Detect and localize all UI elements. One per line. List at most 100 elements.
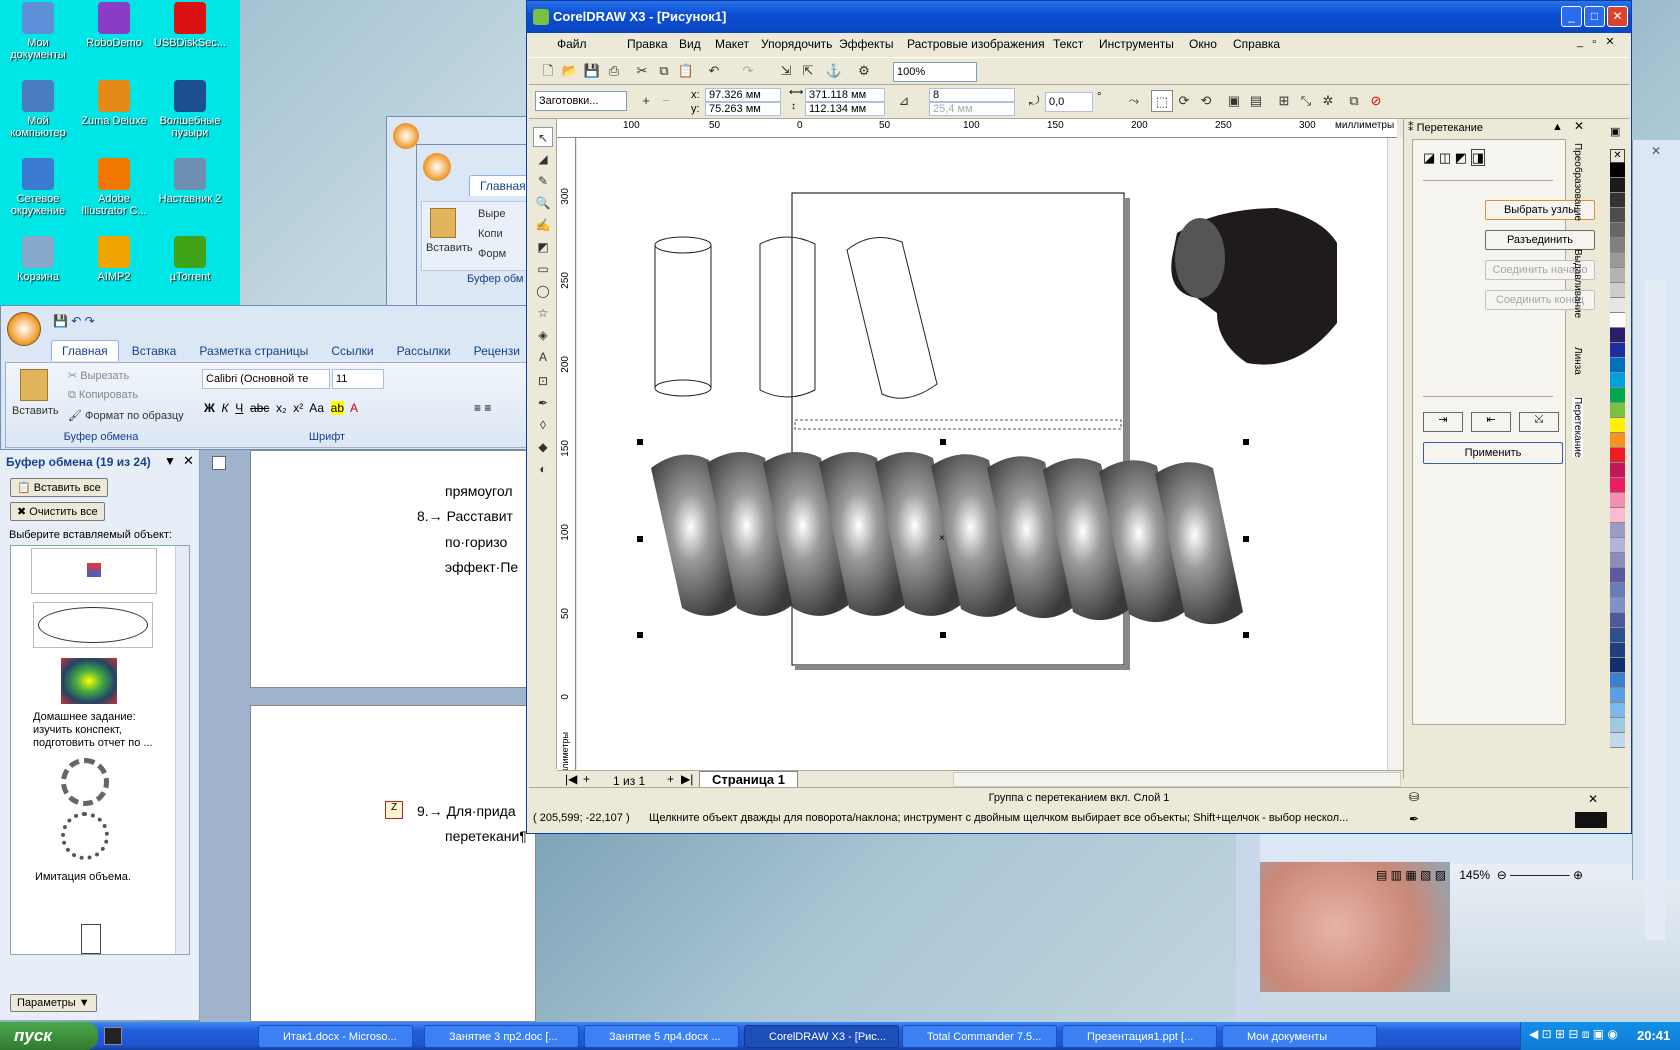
pick-tool-icon[interactable]: ↖ bbox=[533, 127, 553, 147]
vertical-scrollbar[interactable] bbox=[1645, 280, 1665, 940]
coreldraw-window[interactable]: CorelDRAW X3 - [Рисунок1] _ □ ✕ Файл Прав… bbox=[526, 0, 1632, 834]
crop-tool-icon[interactable]: ✎ bbox=[533, 171, 553, 191]
collapse-icon[interactable]: ▲ bbox=[1552, 121, 1563, 133]
office-button-icon[interactable] bbox=[423, 153, 451, 181]
paste-icon[interactable] bbox=[20, 369, 48, 401]
taskbar-button[interactable]: Занятие 3 пр2.doc [... bbox=[424, 1025, 579, 1048]
no-color-icon[interactable]: ✕ bbox=[1610, 149, 1625, 163]
status-bar-views[interactable]: ▤ ▥ ▦ ▧ ▨ 145% ⊖ ─────── ⊕ bbox=[1376, 868, 1583, 882]
ellipse-tool-icon[interactable]: ◯ bbox=[533, 281, 553, 301]
canvas-vertical-scrollbar[interactable] bbox=[1387, 138, 1403, 770]
page-tab[interactable]: Страница 1 bbox=[699, 771, 798, 788]
tab-page-layout[interactable]: Разметка страницы bbox=[189, 341, 318, 361]
format-painter-button[interactable]: 🖌 Формат по образцу bbox=[68, 409, 184, 422]
menu-bitmaps[interactable]: Растровые изображения bbox=[907, 37, 1045, 51]
docker-tab-extrude[interactable]: Выдавливание bbox=[1572, 249, 1583, 318]
palette-swatch[interactable] bbox=[1610, 688, 1625, 703]
copy-icon[interactable]: ⧉ bbox=[653, 60, 675, 82]
desktop-icon[interactable]: AIMP2 bbox=[76, 236, 152, 283]
desktop-icon[interactable]: Мои документы bbox=[0, 2, 76, 61]
palette-swatch[interactable] bbox=[1610, 628, 1625, 643]
start-button[interactable]: пуск bbox=[0, 1022, 98, 1050]
zoom-combo[interactable]: 100% bbox=[893, 62, 977, 82]
palette-swatch[interactable] bbox=[1610, 643, 1625, 658]
font-size-combo[interactable]: 11 bbox=[332, 369, 384, 389]
copy-button[interactable]: ⧉ Копировать bbox=[68, 389, 138, 402]
tab-references[interactable]: Ссылки bbox=[321, 341, 383, 361]
clear-blend-icon[interactable]: ⊘ bbox=[1365, 90, 1387, 112]
remove-preset-icon[interactable]: − bbox=[655, 90, 677, 112]
taskbar-button[interactable]: Total Commander 7.5... bbox=[902, 1025, 1057, 1048]
export-icon[interactable]: ⇱ bbox=[797, 60, 819, 82]
paste-all-button[interactable]: 📋 Вставить все bbox=[10, 478, 108, 497]
clear-all-button[interactable]: ✖ Очистить все bbox=[10, 502, 105, 521]
blend-tab-icons[interactable]: ◪ ◫ ◩ ◨ bbox=[1423, 149, 1485, 166]
palette-swatch[interactable] bbox=[1610, 478, 1625, 493]
palette-swatch[interactable] bbox=[1610, 253, 1625, 268]
desktop-icon[interactable]: USBDiskSec... bbox=[152, 2, 228, 49]
clip-item-image[interactable] bbox=[31, 548, 157, 594]
options-button[interactable]: Параметры ▼ bbox=[10, 994, 97, 1012]
direct-blend-icon[interactable]: ⬚ bbox=[1151, 90, 1173, 112]
word-window-back-2[interactable]: Главная Вставить Выре Копи Форм Буфер об… bbox=[416, 144, 537, 316]
cut-button[interactable]: ✂ Вырезать bbox=[68, 369, 129, 382]
clockwise-blend-icon[interactable]: ⟳ bbox=[1173, 90, 1195, 112]
basic-shapes-tool-icon[interactable]: ◈ bbox=[533, 325, 553, 345]
ruler-tab-selector[interactable] bbox=[212, 456, 226, 470]
tab-review[interactable]: Рецензи bbox=[464, 341, 530, 361]
menu-tools[interactable]: Инструменты bbox=[1099, 37, 1174, 51]
clip-item-gear-2[interactable] bbox=[61, 812, 109, 860]
rectangle-tool-icon[interactable]: ▭ bbox=[533, 259, 553, 279]
drawing-canvas[interactable]: × bbox=[577, 138, 1387, 770]
palette-swatch[interactable] bbox=[1610, 658, 1625, 673]
end-object-icon[interactable]: ⇤ bbox=[1471, 412, 1511, 432]
tray-icons[interactable]: ◀ ⊡ ⊞ ⊟ ⧈ ▣ ◉ bbox=[1529, 1027, 1618, 1042]
menu-help[interactable]: Справка bbox=[1233, 37, 1280, 51]
blend-offset-field[interactable]: 25,4 мм bbox=[929, 102, 1015, 116]
menu-view[interactable]: Вид bbox=[679, 37, 701, 51]
palette-swatch[interactable] bbox=[1610, 388, 1625, 403]
last-page-icon[interactable]: ▶| bbox=[681, 772, 693, 786]
undo-icon[interactable]: ↶ bbox=[703, 60, 725, 82]
clipboard-scrollbar[interactable] bbox=[175, 546, 189, 954]
palette-swatch[interactable] bbox=[1610, 733, 1625, 748]
start-object-icon[interactable]: ⇥ bbox=[1423, 412, 1463, 432]
minimize-icon[interactable]: _ bbox=[1561, 6, 1582, 27]
desktop-icon[interactable]: RoboDemo bbox=[76, 2, 152, 49]
clip-item-gear[interactable] bbox=[61, 758, 109, 806]
palette-swatch[interactable] bbox=[1610, 448, 1625, 463]
width-field[interactable]: 371.118 мм bbox=[805, 88, 885, 102]
clip-item-text[interactable]: Домашнее задание: изучить конспект, подг… bbox=[33, 711, 173, 750]
palette-swatch[interactable] bbox=[1610, 673, 1625, 688]
add-page-end-icon[interactable]: + bbox=[667, 772, 674, 786]
tab-mailings[interactable]: Рассылки bbox=[387, 341, 461, 361]
interactive-blend-tool-icon[interactable]: ⊡ bbox=[533, 371, 553, 391]
desktop-icon[interactable]: Сетевое окружение bbox=[0, 158, 76, 217]
word-window[interactable]: 💾 ↶ ↷ Главная Вставка Разметка страницы … bbox=[0, 305, 536, 450]
blend-group[interactable] bbox=[651, 452, 1243, 625]
document-page-2[interactable]: Z 9.→ Для·прида перетекани¶ bbox=[250, 705, 536, 1022]
palette-swatch[interactable] bbox=[1610, 508, 1625, 523]
import-icon[interactable]: ⇲ bbox=[775, 60, 797, 82]
paste-icon[interactable]: 📋 bbox=[675, 60, 697, 82]
docker-tab-blend[interactable]: Перетекание bbox=[1572, 397, 1583, 458]
add-page-icon[interactable]: + bbox=[583, 772, 590, 786]
palette-swatch[interactable] bbox=[1610, 328, 1625, 343]
outline-tool-icon[interactable]: ◊ bbox=[533, 415, 553, 435]
interactive-fill-tool-icon[interactable]: ◐ bbox=[533, 459, 553, 479]
tab-insert[interactable]: Вставка bbox=[122, 341, 187, 361]
palette-swatch[interactable] bbox=[1610, 163, 1625, 178]
save-icon[interactable]: 💾 bbox=[581, 60, 603, 82]
close-icon[interactable]: ✕ bbox=[1607, 6, 1628, 27]
vertical-scrollbar[interactable] bbox=[1236, 834, 1260, 1022]
palette-swatch[interactable] bbox=[1610, 313, 1625, 328]
new-icon[interactable]: 🗋 bbox=[537, 60, 559, 82]
taskbar-button[interactable]: Мои документы bbox=[1222, 1025, 1377, 1048]
palette-swatch[interactable] bbox=[1610, 358, 1625, 373]
quick-access-toolbar[interactable]: 💾 ↶ ↷ bbox=[53, 314, 95, 328]
y-position-field[interactable]: 75.263 мм bbox=[705, 102, 781, 116]
close-icon[interactable]: ✕ bbox=[1574, 119, 1584, 133]
palette-swatches[interactable] bbox=[1610, 163, 1625, 748]
palette-swatch[interactable] bbox=[1610, 718, 1625, 733]
font-name-combo[interactable]: Calibri (Основной те bbox=[202, 369, 330, 389]
